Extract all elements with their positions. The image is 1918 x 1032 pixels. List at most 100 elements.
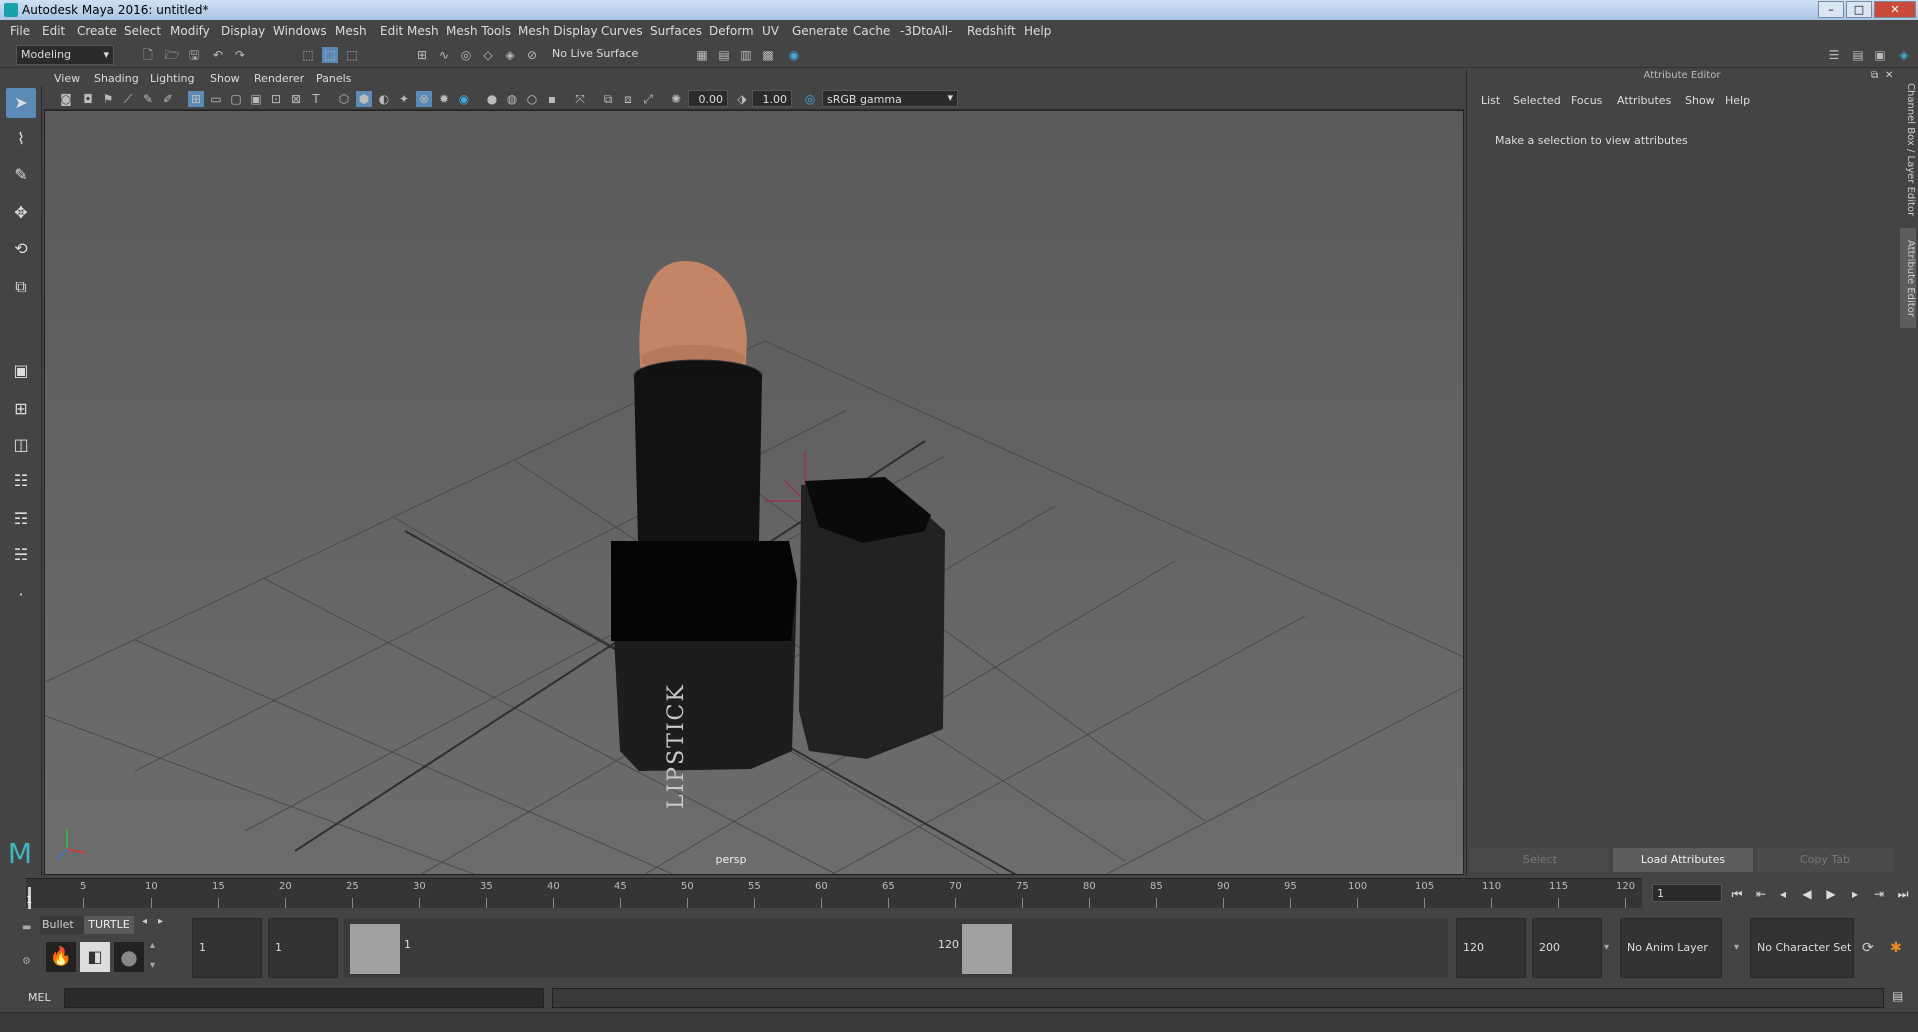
exposure-field[interactable]: 0.00 — [688, 90, 728, 107]
step-forward-key-icon[interactable]: ⇥ — [1870, 886, 1888, 902]
render-scene-icon[interactable]: ◧ — [80, 942, 110, 972]
viewport-menu-renderer[interactable]: Renderer — [254, 72, 304, 85]
wireframe-on-shaded-icon[interactable]: ✦ — [396, 91, 412, 107]
viewport-menu-view[interactable]: View — [54, 72, 80, 85]
viewport-menu-shading[interactable]: Shading — [94, 72, 139, 85]
character-set-dropdown[interactable]: No Character Set — [1750, 918, 1854, 978]
modeling-toolkit-icon[interactable]: ☰ — [1826, 47, 1842, 63]
image-plane-icon[interactable]: ⟋ — [120, 91, 136, 107]
render-settings-icon[interactable]: ▩ — [760, 47, 776, 63]
shelf-menu-icon[interactable]: ▬ — [22, 922, 34, 934]
menu-cache[interactable]: Cache — [853, 24, 890, 38]
menu-redshift[interactable]: Redshift — [967, 24, 1016, 38]
lipstick-model[interactable]: LIPSTICK — [611, 261, 945, 809]
ae-menu-list[interactable]: List — [1481, 94, 1500, 107]
render-current-icon[interactable]: ▤ — [716, 47, 732, 63]
go-to-end-icon[interactable]: ⏭ — [1894, 886, 1912, 902]
textured-icon[interactable]: ✹ — [436, 91, 452, 107]
ae-menu-help[interactable]: Help — [1725, 94, 1750, 107]
smooth-shade-icon[interactable]: ⬢ — [356, 91, 372, 107]
backface-cull-icon[interactable]: ⤢ — [640, 91, 656, 107]
scale-tool-icon[interactable]: ⧉ — [6, 272, 36, 302]
rotate-tool-icon[interactable]: ⟲ — [6, 234, 36, 264]
go-to-start-icon[interactable]: ⏮ — [1728, 886, 1746, 902]
color-space-dropdown[interactable]: sRGB gamma ▾ — [822, 90, 958, 107]
ae-menu-selected[interactable]: Selected — [1513, 94, 1561, 107]
hypershade-layout-icon[interactable]: ☵ — [6, 540, 36, 570]
animation-end-field[interactable]: 200 — [1532, 918, 1602, 978]
range-start-handle[interactable] — [350, 924, 400, 974]
command-input[interactable] — [64, 988, 544, 1008]
grid-toggle-icon[interactable]: ⊞ — [188, 91, 204, 107]
play-backwards-icon[interactable]: ◀ — [1798, 886, 1816, 902]
tab-channel-box[interactable]: Channel Box / Layer Editor — [1900, 80, 1916, 220]
camera-select-icon[interactable]: ◙ — [58, 91, 74, 107]
fire-effect-icon[interactable]: 🔥 — [46, 942, 76, 972]
step-forward-frame-icon[interactable]: ▸ — [1846, 886, 1864, 902]
chevron-down-icon[interactable]: ▾ — [1604, 942, 1609, 953]
lasso-tool-icon[interactable]: ⌇ — [6, 124, 36, 154]
use-all-lights-icon[interactable]: ◉ — [456, 91, 472, 107]
step-back-key-icon[interactable]: ⇤ — [1752, 886, 1770, 902]
ae-copy-tab-button[interactable]: Copy Tab — [1757, 848, 1893, 872]
menu-modify[interactable]: Modify — [170, 24, 210, 38]
xray-icon[interactable]: ⊗ — [416, 91, 432, 107]
xray-joints-icon[interactable]: ⧉ — [600, 91, 616, 107]
step-back-frame-icon[interactable]: ◂ — [1774, 886, 1792, 902]
anim-layer-dropdown[interactable]: No Anim Layer — [1620, 918, 1722, 978]
tool-settings-icon[interactable]: ▣ — [1872, 47, 1888, 63]
color-management-icon[interactable]: ◎ — [802, 91, 818, 107]
preferences-icon[interactable]: ✱ — [1890, 940, 1902, 956]
new-scene-icon[interactable]: 🗋 — [140, 47, 156, 63]
exposure-icon[interactable]: ✺ — [668, 91, 684, 107]
isolate-select-icon[interactable]: ⤧ — [572, 91, 588, 107]
undo-icon[interactable]: ↶ — [210, 47, 226, 63]
auto-key-icon[interactable]: ⟳ — [1862, 940, 1874, 956]
menu-3dtoall[interactable]: -3DtoAll- — [900, 24, 952, 38]
shelf-prev-icon[interactable]: ◂ — [142, 916, 147, 927]
viewport-menu-panels[interactable]: Panels — [316, 72, 351, 85]
animation-start-field[interactable]: 1 — [192, 918, 262, 978]
shelf-next-icon[interactable]: ▸ — [158, 916, 163, 927]
menu-help[interactable]: Help — [1024, 24, 1051, 38]
save-scene-icon[interactable]: 🖫 — [186, 47, 202, 63]
persp-outliner-layout-icon[interactable]: ☷ — [6, 466, 36, 496]
motion-blur-icon[interactable]: ○ — [524, 91, 540, 107]
play-forwards-icon[interactable]: ▶ — [1822, 886, 1840, 902]
attribute-editor-toggle-icon[interactable]: ▤ — [1850, 47, 1866, 63]
move-tool-icon[interactable]: ✥ — [6, 198, 36, 228]
select-by-hierarchy-icon[interactable]: ⬚ — [300, 47, 316, 63]
menu-edit[interactable]: Edit — [42, 24, 65, 38]
ae-menu-focus[interactable]: Focus — [1571, 94, 1602, 107]
film-gate-icon[interactable]: ▭ — [208, 91, 224, 107]
material-ball-icon[interactable]: ● — [114, 942, 144, 972]
perspective-viewport[interactable]: LIPSTICK persp — [44, 110, 1464, 875]
make-live-icon[interactable]: ⊘ — [524, 47, 540, 63]
range-slider-track[interactable]: 1 120 — [344, 918, 1448, 978]
select-by-component-icon[interactable]: ⬚ — [344, 47, 360, 63]
paint-select-tool-icon[interactable]: ✎ — [6, 160, 36, 190]
xray-active-icon[interactable]: ⧈ — [620, 91, 636, 107]
script-editor-icon[interactable]: ▤ — [1892, 989, 1903, 1003]
maximize-button[interactable]: □ — [1846, 1, 1872, 18]
menu-mesh[interactable]: Mesh — [335, 24, 367, 38]
range-end-handle[interactable] — [962, 924, 1012, 974]
shelf-scroll-down-icon[interactable]: ▾ — [150, 960, 155, 971]
close-button[interactable]: ✕ — [1874, 1, 1916, 18]
gamma-icon[interactable]: ⬗ — [734, 91, 750, 107]
gate-mask-icon[interactable]: ▣ — [248, 91, 264, 107]
ae-menu-show[interactable]: Show — [1685, 94, 1715, 107]
persp-graph-layout-icon[interactable]: ☶ — [6, 504, 36, 534]
safe-title-icon[interactable]: T — [308, 91, 324, 107]
snap-grid-icon[interactable]: ⊞ — [414, 47, 430, 63]
snap-curve-icon[interactable]: ∿ — [436, 47, 452, 63]
shadows-icon[interactable]: ● — [484, 91, 500, 107]
wireframe-icon[interactable]: ⬡ — [336, 91, 352, 107]
playback-start-field[interactable]: 1 — [268, 918, 338, 978]
menu-surfaces[interactable]: Surfaces — [650, 24, 702, 38]
single-view-layout-icon[interactable]: ▣ — [6, 356, 36, 386]
mode-dropdown[interactable]: Modeling ▾ — [16, 45, 114, 65]
snap-view-plane-icon[interactable]: ◇ — [480, 47, 496, 63]
open-scene-icon[interactable]: 🗁 — [164, 47, 180, 63]
menu-create[interactable]: Create — [77, 24, 117, 38]
